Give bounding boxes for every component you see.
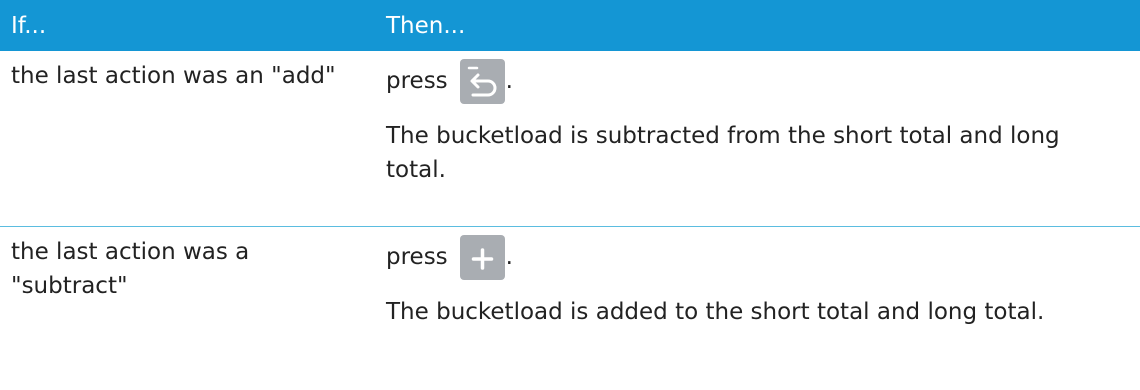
table-row: the last action was an "add" press . The…: [0, 51, 1140, 226]
press-word: press: [386, 68, 448, 94]
header-if: If...: [11, 12, 47, 39]
period: .: [505, 68, 513, 94]
table-row: the last action was a "subtract" press .…: [0, 227, 1140, 390]
if-then-table: If... Then... the last action was an "ad…: [0, 0, 1140, 390]
undo-subtract-button[interactable]: [459, 58, 505, 104]
plus-button[interactable]: [459, 234, 505, 280]
header-then: Then...: [386, 12, 466, 39]
press-instruction: press .: [386, 58, 1140, 104]
table-header: If... Then...: [0, 0, 1140, 51]
press-word: press: [386, 244, 448, 270]
undo-subtract-icon: [467, 66, 497, 96]
press-instruction: press .: [386, 234, 1140, 280]
condition-cell: the last action was a "subtract": [0, 227, 386, 390]
action-cell: press . The bucketload is added to the s…: [386, 227, 1140, 390]
action-cell: press . The bucketload is subtracted fro…: [386, 51, 1140, 226]
condition-cell: the last action was an "add": [0, 51, 386, 226]
condition-text: the last action was a "subtract": [11, 239, 250, 299]
result-text: The bucketload is added to the short tot…: [386, 299, 1045, 325]
period: .: [505, 244, 513, 270]
result-text: The bucketload is subtracted from the sh…: [386, 123, 1060, 183]
condition-text: the last action was an "add": [11, 63, 336, 89]
plus-icon: [471, 247, 493, 270]
